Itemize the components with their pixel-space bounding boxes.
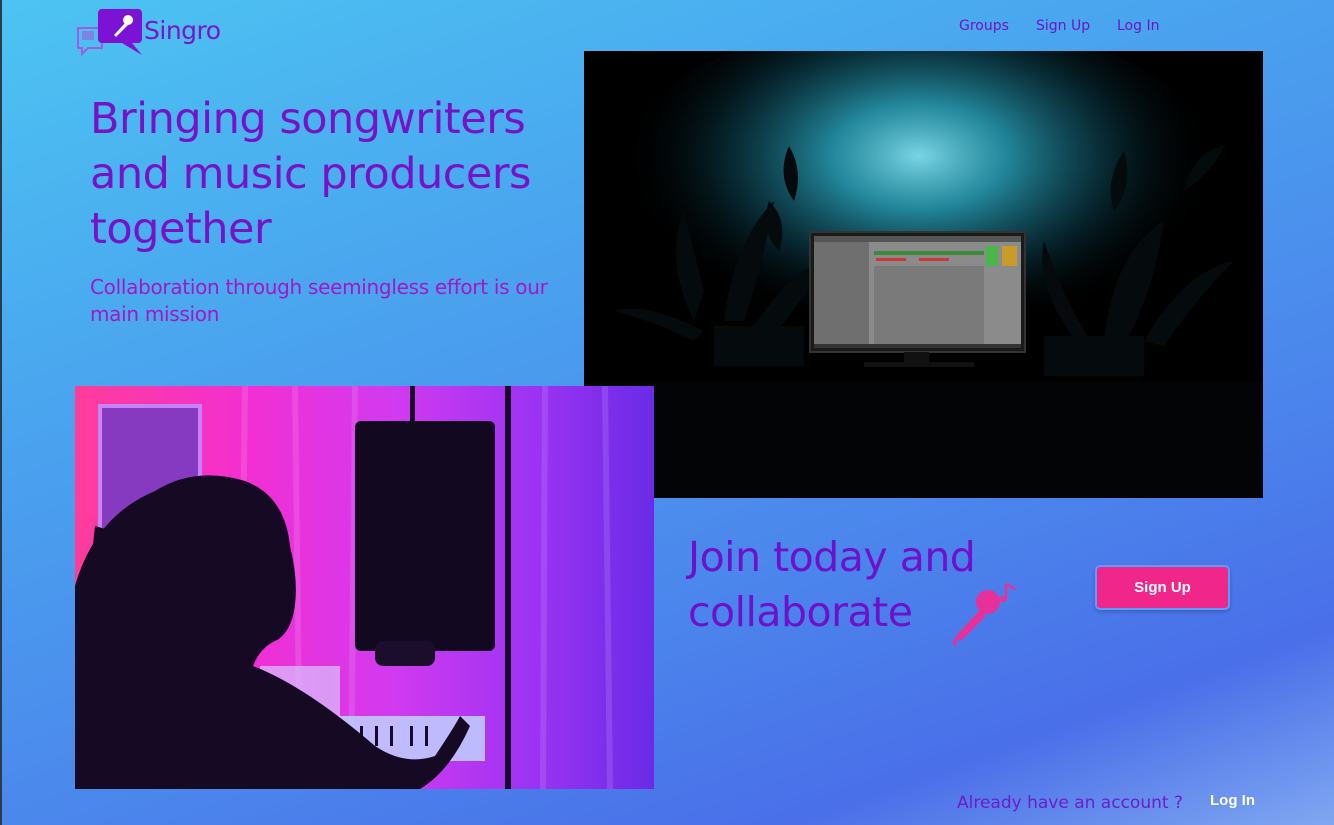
nav-groups-link[interactable]: Groups [959, 18, 1009, 34]
microphone-music-note-icon [952, 582, 1016, 646]
signup-button[interactable]: Sign Up [1095, 565, 1230, 610]
nav-login-link[interactable]: Log In [1117, 18, 1159, 34]
brand-logo[interactable]: Singro [76, 7, 236, 59]
singer-silhouette-photo [75, 386, 654, 789]
window-edge [0, 0, 2, 825]
studio-monitor-photo [584, 51, 1263, 498]
microphone-chat-bubble-icon [77, 9, 142, 57]
hero-subtitle: Collaboration through seemingless effort… [90, 275, 548, 326]
brand-name: Singro [144, 16, 221, 45]
footer-login-link[interactable]: Log In [1210, 792, 1255, 809]
account-question: Already have an account ? [957, 793, 1183, 813]
hero-title: Bringing songwriters and music producers… [90, 94, 531, 254]
nav-signup-link[interactable]: Sign Up [1036, 18, 1090, 34]
